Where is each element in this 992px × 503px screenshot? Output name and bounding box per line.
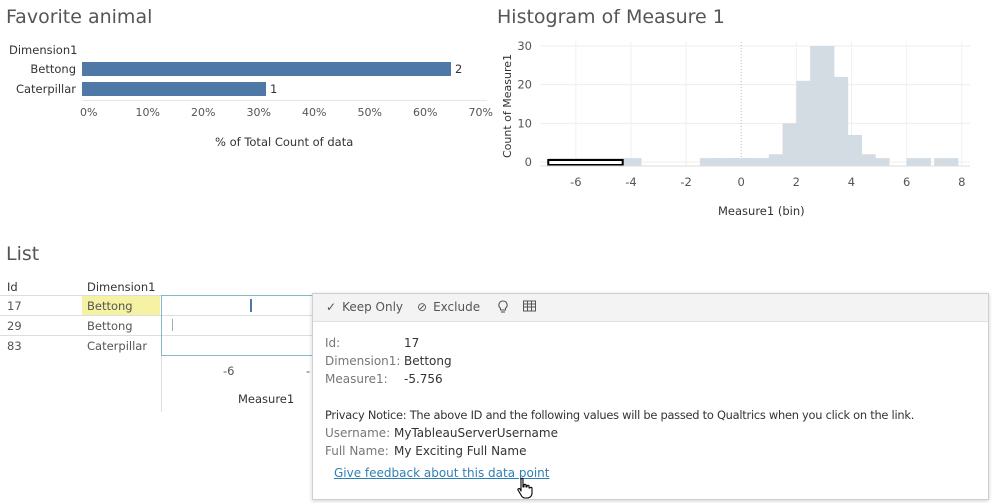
list-x-axis-label: Measure1 xyxy=(238,392,295,406)
histogram-bar[interactable] xyxy=(934,158,959,166)
histogram-x-axis-label: Measure1 (bin) xyxy=(718,204,805,218)
list-col-dimension1: Dimension1 xyxy=(87,280,156,294)
histogram-bar[interactable] xyxy=(906,158,931,166)
exclude-label: Exclude xyxy=(433,300,481,314)
bar-bettong[interactable] xyxy=(82,62,451,76)
tt-id-value: 17 xyxy=(404,336,420,350)
tt-username-value: MyTableauServerUsername xyxy=(394,426,558,440)
bar-value-bettong: 2 xyxy=(455,62,463,76)
favorite-x-axis-label: % of Total Count of data xyxy=(215,135,354,149)
tooltip: ✓ Keep Only ⊘ Exclude Id: 17 Dimension1: B… xyxy=(312,293,989,500)
x-tick-label: 2 xyxy=(793,175,800,189)
x-tick-label: 0% xyxy=(80,106,98,119)
x-tick-label: 6 xyxy=(903,175,910,189)
y-tick-label: 30 xyxy=(517,39,532,53)
list-row-dim[interactable]: Caterpillar xyxy=(87,339,147,353)
x-tick-label: 4 xyxy=(848,175,855,189)
x-tick-label: 20% xyxy=(191,106,216,119)
y-tick-label: 10 xyxy=(517,116,532,130)
favorite-animal-title: Favorite animal xyxy=(6,6,153,28)
list-x-tick: - xyxy=(306,364,311,378)
histogram-chart[interactable]: Count of Measure1 30 20 10 0 -6 -4 -2 0 2 4 6 8 xyxy=(497,34,977,194)
x-tick-label: 30% xyxy=(246,106,271,119)
keep-only-label: Keep Only xyxy=(342,300,404,314)
histogram-title: Histogram of Measure 1 xyxy=(497,6,725,28)
list-col-id: Id xyxy=(7,280,18,294)
exclude-button[interactable]: ⊘ Exclude xyxy=(417,300,480,314)
bar-caterpillar[interactable] xyxy=(82,82,266,96)
x-tick-label: 60% xyxy=(413,106,438,119)
ban-icon: ⊘ xyxy=(417,300,428,314)
x-tick-label: 70% xyxy=(468,106,493,119)
tt-privacy-notice: Privacy Notice: The above ID and the fol… xyxy=(325,408,915,422)
tt-fullname-key: Full Name: xyxy=(325,444,389,458)
tt-measure1-key: Measure1: xyxy=(325,372,388,386)
x-tick-label: 10% xyxy=(135,106,160,119)
lightbulb-icon xyxy=(498,300,508,313)
list-row-id[interactable]: 83 xyxy=(7,339,22,353)
selected-mark-cell[interactable] xyxy=(161,295,313,356)
x-tick-label: -4 xyxy=(625,175,636,189)
check-icon: ✓ xyxy=(326,300,337,314)
x-tick-label: 0 xyxy=(738,175,745,189)
list-row-id[interactable]: 29 xyxy=(7,319,22,333)
keep-only-button[interactable]: ✓ Keep Only xyxy=(326,300,403,314)
axis-divider xyxy=(161,356,162,412)
tt-dimension1-value: Bettong xyxy=(404,354,452,368)
histogram-bar[interactable] xyxy=(865,158,890,166)
x-tick-label: 8 xyxy=(958,175,965,189)
view-data-icon xyxy=(523,300,536,312)
dimension1-header: Dimension1 xyxy=(9,43,78,57)
tooltip-toolbar: ✓ Keep Only ⊘ Exclude xyxy=(313,294,988,322)
bar-value-caterpillar: 1 xyxy=(270,82,278,96)
list-row-dim[interactable]: Bettong xyxy=(87,319,133,333)
hand-cursor-icon xyxy=(517,477,533,499)
x-tick-label: -2 xyxy=(680,175,691,189)
list-x-tick: -6 xyxy=(223,364,235,378)
view-data-button[interactable] xyxy=(523,300,536,315)
tt-username-key: Username: xyxy=(325,426,391,440)
list-row-dim[interactable]: Bettong xyxy=(87,299,133,313)
x-tick-label: 40% xyxy=(302,106,327,119)
measure-mark[interactable] xyxy=(172,319,173,331)
tt-fullname-value: My Exciting Full Name xyxy=(394,444,527,458)
x-tick-label: -6 xyxy=(570,175,581,189)
bar-label-caterpillar: Caterpillar xyxy=(15,82,76,96)
lightbulb-button[interactable] xyxy=(497,300,509,317)
tt-measure1-value: -5.756 xyxy=(404,372,443,386)
measure-mark-selected[interactable] xyxy=(250,299,252,312)
bar-label-bettong: Bettong xyxy=(30,62,76,76)
y-tick-label: 20 xyxy=(517,78,532,92)
histogram-y-axis-label: Count of Measure1 xyxy=(501,54,514,158)
histogram-selected-bar xyxy=(547,159,624,166)
y-tick-label: 0 xyxy=(525,155,532,169)
x-tick-label: 50% xyxy=(357,106,382,119)
tt-id-key: Id: xyxy=(325,336,341,350)
list-title: List xyxy=(6,243,40,265)
tt-dimension1-key: Dimension1: xyxy=(325,354,401,368)
list-row-id[interactable]: 17 xyxy=(7,299,22,313)
x-axis-line xyxy=(82,100,487,101)
